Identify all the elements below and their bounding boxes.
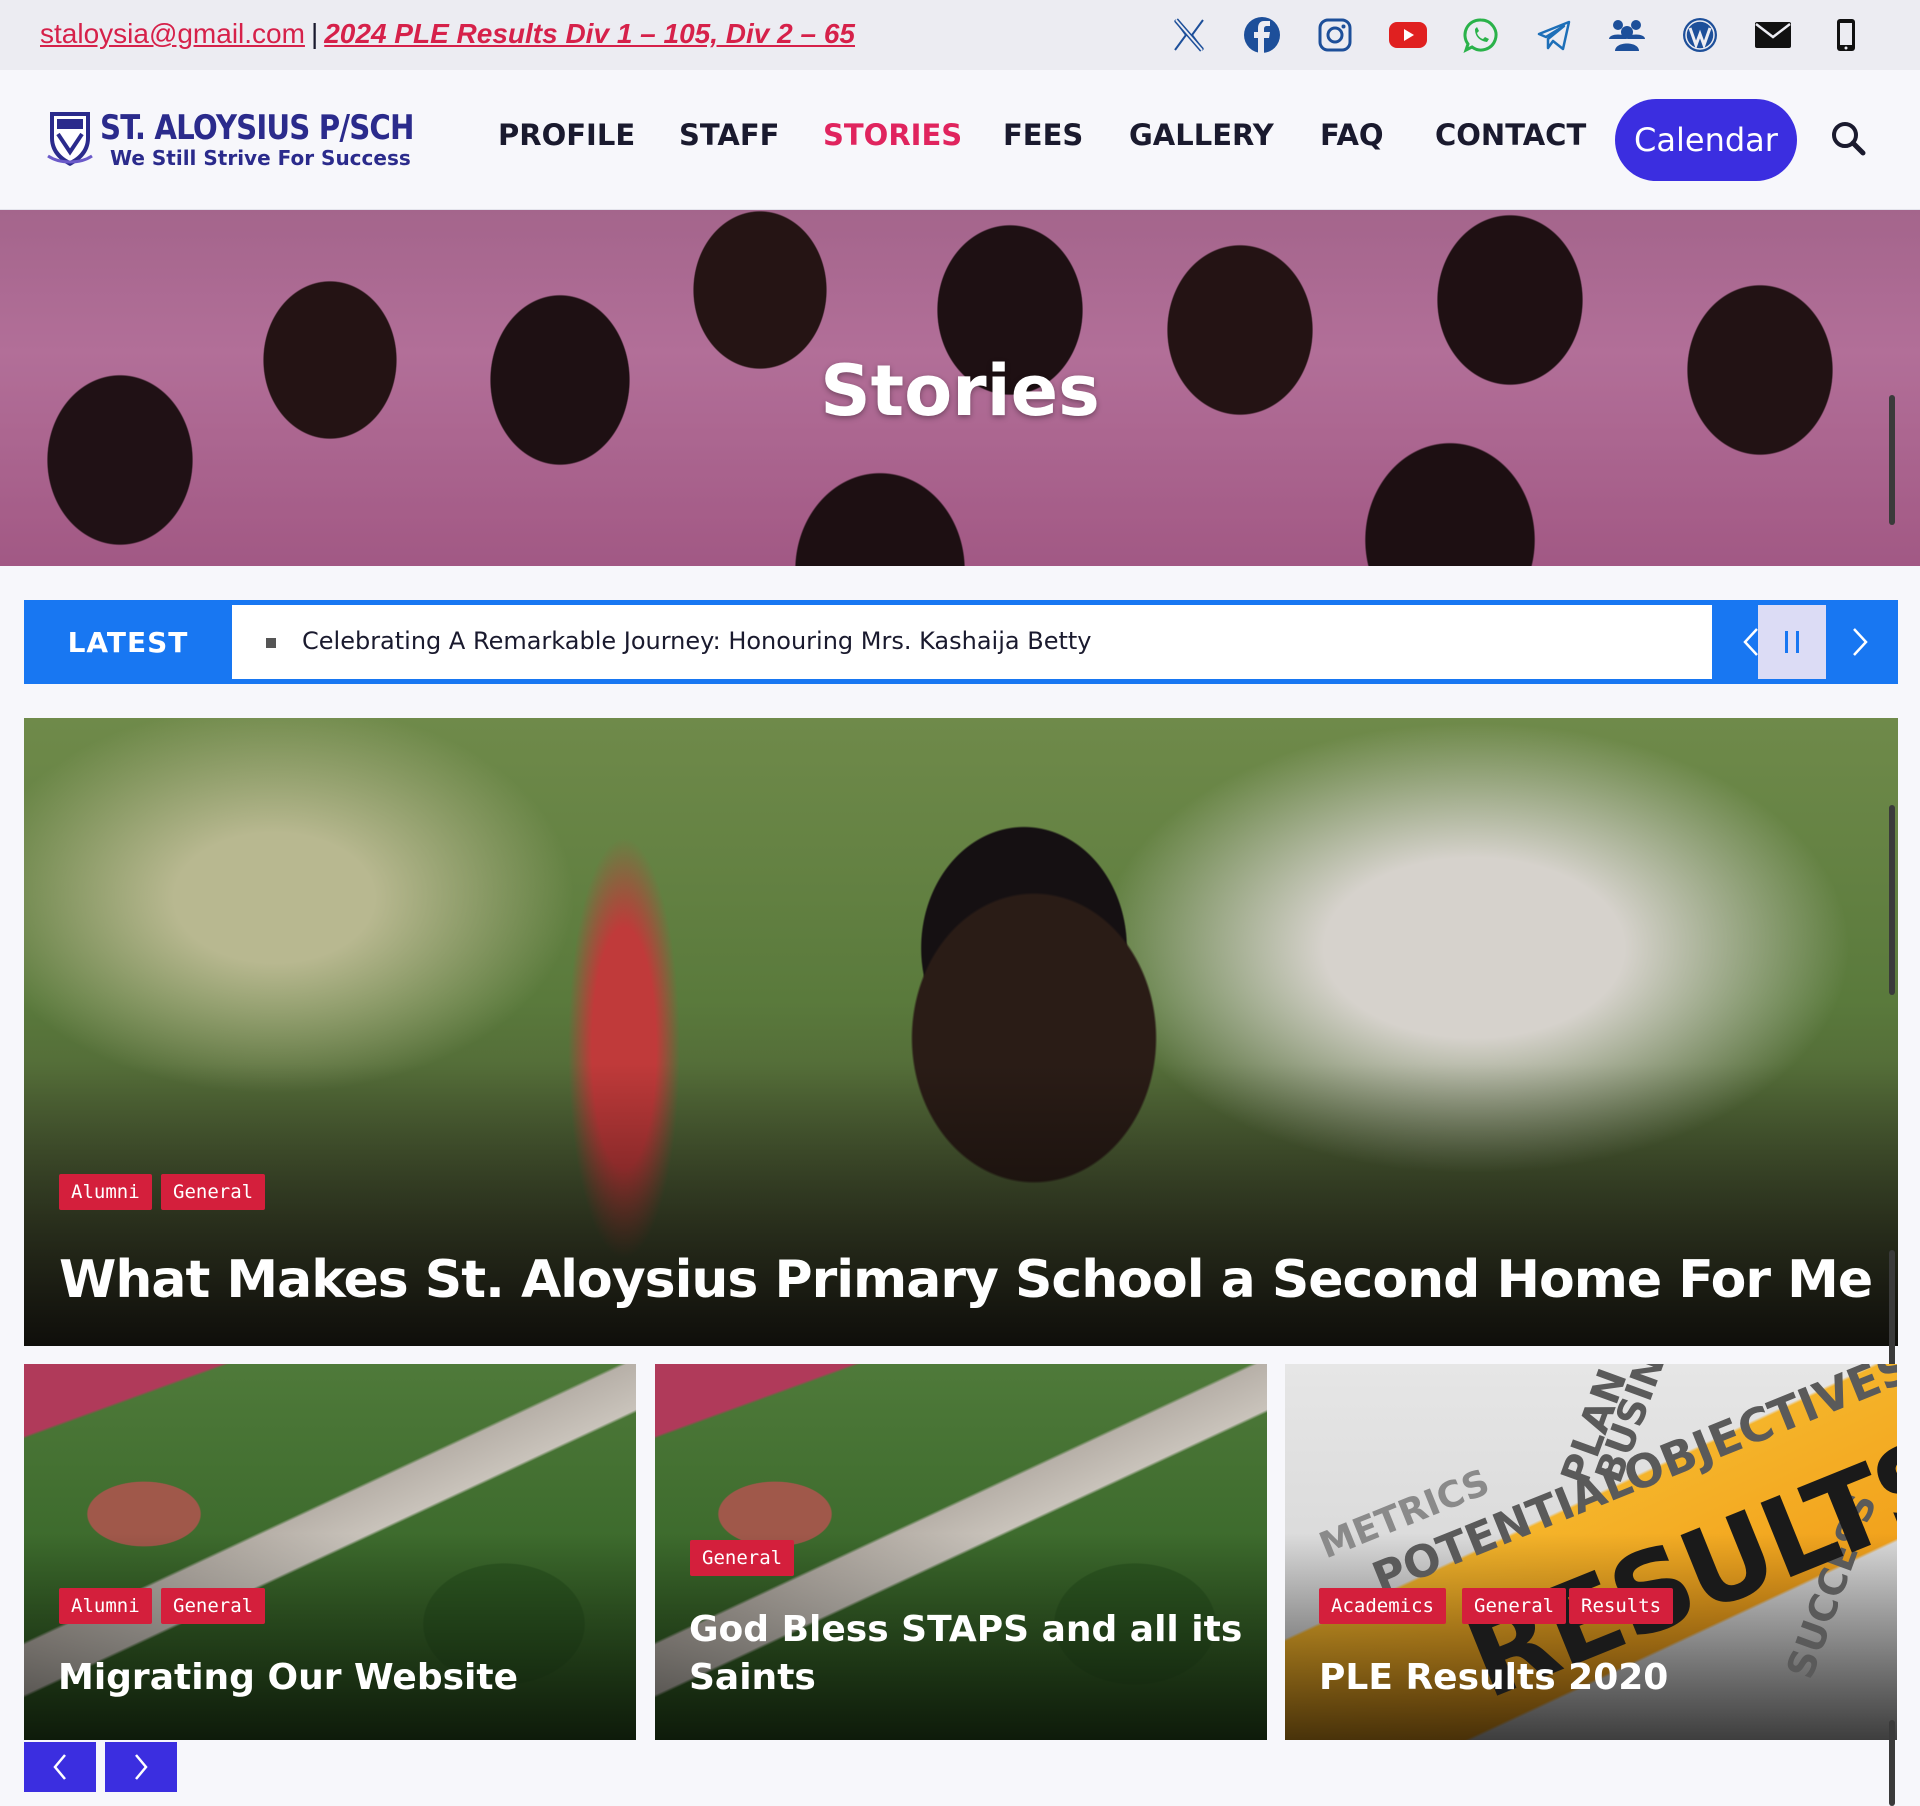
category-badge[interactable]: Alumni [59, 1588, 152, 1624]
nav-faq[interactable]: FAQ [1320, 118, 1384, 152]
logo-title[interactable]: ST. ALOYSIUS P/SCH [100, 108, 414, 148]
latest-ticker: LATEST Celebrating A Remarkable Journey:… [24, 600, 1898, 684]
phone-icon[interactable] [1825, 14, 1867, 56]
post-card[interactable]: Alumni General Migrating Our Website [24, 1364, 636, 1740]
category-badge[interactable]: General [161, 1174, 266, 1210]
carousel-prev-button[interactable] [24, 1742, 96, 1792]
ticker-headline[interactable]: Celebrating A Remarkable Journey: Honour… [302, 627, 1091, 655]
scrollbar-thumb[interactable] [1889, 1720, 1895, 1806]
school-crest-logo[interactable] [46, 108, 94, 168]
announcement-link[interactable]: 2024 PLE Results Div 1 – 105, Div 2 – 65 [324, 18, 855, 49]
ticker-content: Celebrating A Remarkable Journey: Honour… [232, 605, 1712, 679]
featured-post[interactable]: Alumni General What Makes St. Aloysius P… [24, 718, 1898, 1346]
carousel-next-button[interactable] [105, 1742, 177, 1792]
ticker-pause-button[interactable] [1758, 605, 1826, 679]
nav-stories[interactable]: STORIES [823, 118, 962, 152]
category-badge[interactable]: Results [1569, 1588, 1674, 1624]
scrollbar-thumb[interactable] [1889, 805, 1895, 995]
telegram-icon[interactable] [1533, 14, 1575, 56]
whatsapp-icon[interactable] [1460, 14, 1502, 56]
ticker-bullet [266, 638, 276, 648]
instagram-icon[interactable] [1314, 14, 1356, 56]
chevron-right-icon [1853, 628, 1868, 656]
pause-icon [1785, 631, 1799, 653]
x-icon[interactable] [1168, 14, 1210, 56]
calendar-button[interactable]: Calendar [1615, 99, 1797, 181]
search-icon[interactable] [1830, 120, 1866, 156]
youtube-icon[interactable] [1387, 14, 1429, 56]
category-badge[interactable]: General [1462, 1588, 1567, 1624]
scrollbar-thumb[interactable] [1889, 395, 1895, 525]
nav-fees[interactable]: FEES [1003, 118, 1083, 152]
post-card-title[interactable]: PLE Results 2020 [1319, 1654, 1668, 1702]
nav-contact[interactable]: CONTACT [1435, 118, 1586, 152]
page-title: Stories [820, 350, 1100, 432]
chevron-left-icon [53, 1754, 66, 1780]
wordpress-icon[interactable] [1679, 14, 1721, 56]
post-card-title[interactable]: Migrating Our Website [58, 1654, 518, 1702]
logo-tagline: We Still Strive For Success [110, 146, 411, 170]
category-badge[interactable]: General [690, 1540, 795, 1576]
topbar-contact: staloysia@gmail.com | 2024 PLE Results Div… [40, 18, 855, 50]
category-badge[interactable]: Alumni [59, 1174, 152, 1210]
category-badge[interactable]: General [161, 1588, 266, 1624]
post-card[interactable]: General God Bless STAPS and all its Sain… [655, 1364, 1267, 1740]
ticker-label: LATEST [67, 625, 189, 659]
facebook-icon[interactable] [1241, 14, 1283, 56]
mail-icon[interactable] [1752, 14, 1794, 56]
category-badge[interactable]: Academics [1319, 1588, 1446, 1624]
post-card[interactable]: OBJECTIVES POTENTIAL PLAN METRICS SUCCES… [1285, 1364, 1897, 1740]
nav-profile[interactable]: PROFILE [498, 118, 635, 152]
nav-gallery[interactable]: GALLERY [1129, 118, 1274, 152]
chevron-right-icon [135, 1754, 148, 1780]
nav-staff[interactable]: STAFF [679, 118, 779, 152]
post-card-title-line: God Bless STAPS and all its [689, 1609, 1243, 1650]
topbar-separator: | [310, 18, 319, 49]
post-card-title-line: Saints [689, 1657, 816, 1698]
community-icon[interactable] [1606, 14, 1648, 56]
post-card-title[interactable]: God Bless STAPS and all its Saints [689, 1606, 1242, 1702]
ticker-next-button[interactable] [1826, 605, 1894, 679]
hero-banner: Stories [0, 210, 1920, 566]
top-bar: staloysia@gmail.com | 2024 PLE Results Div… [0, 0, 1920, 70]
email-link[interactable]: staloysia@gmail.com [40, 18, 305, 49]
featured-post-title[interactable]: What Makes St. Aloysius Primary School a… [59, 1250, 1873, 1310]
